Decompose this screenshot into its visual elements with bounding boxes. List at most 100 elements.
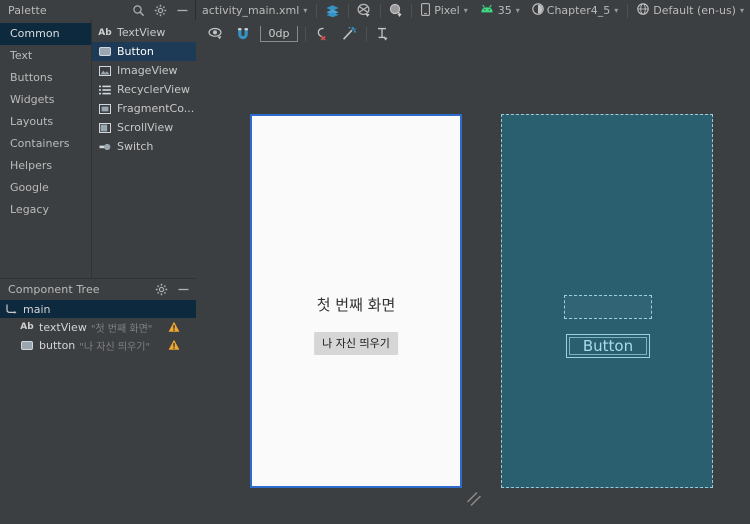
palette-header: Palette: [0, 0, 195, 20]
chevron-down-icon: ▾: [303, 6, 308, 15]
tree-node-label: button: [39, 338, 76, 352]
blueprint-textview[interactable]: [564, 295, 652, 319]
palette-widget-list: Ab TextView Button ImageView RecyclerVie…: [92, 20, 196, 278]
infer-constraints-icon[interactable]: [336, 23, 360, 45]
palette-item-label: Button: [117, 45, 154, 58]
tree-node-label: textView: [39, 320, 87, 334]
blueprint-button[interactable]: Button: [566, 334, 650, 358]
palette-category-helpers[interactable]: Helpers: [0, 155, 91, 177]
android-icon: [480, 4, 494, 17]
palette-item-textview[interactable]: Ab TextView: [92, 23, 196, 42]
tree-node-main[interactable]: main: [0, 300, 196, 318]
text-view-icon: Ab: [20, 322, 34, 332]
component-tree-body: main Ab textView "첫 번째 화면" button "나 자신 …: [0, 300, 196, 524]
blueprint-toggle-icon[interactable]: [352, 0, 377, 21]
locale-selector[interactable]: Default (en-us) ▾: [631, 0, 750, 21]
palette-item-imageview[interactable]: ImageView: [92, 61, 196, 80]
palette-category-common[interactable]: Common: [0, 23, 91, 45]
chevron-down-icon: ▾: [515, 6, 520, 15]
palette-title: Palette: [8, 3, 47, 17]
chevron-down-icon: ▾: [463, 6, 468, 15]
view-options-icon[interactable]: [204, 23, 228, 45]
palette-category-google[interactable]: Google: [0, 177, 91, 199]
button-icon: [20, 339, 34, 351]
guidelines-icon[interactable]: [370, 23, 394, 45]
chevron-down-icon: ▾: [614, 6, 619, 15]
palette-item-switch[interactable]: Switch: [92, 137, 196, 156]
api-level-selector[interactable]: 35 ▾: [474, 0, 526, 21]
palette-category-legacy[interactable]: Legacy: [0, 199, 91, 221]
palette-category-text[interactable]: Text: [0, 45, 91, 67]
toolbar-divider: [305, 27, 306, 41]
warning-icon[interactable]: [168, 321, 180, 333]
left-panel: Palette Common Text Buttons Widgets Layo…: [0, 0, 196, 524]
palette-category-widgets[interactable]: Widgets: [0, 89, 91, 111]
clear-constraints-icon[interactable]: [309, 23, 333, 45]
device-label: Pixel: [434, 4, 460, 17]
palette-item-label: ScrollView: [117, 121, 174, 134]
preview-textview[interactable]: 첫 번째 화면: [252, 294, 460, 315]
gear-icon[interactable]: [155, 283, 168, 296]
tree-node-button[interactable]: button "나 자신 띄우기": [0, 336, 196, 354]
button-icon: [98, 46, 112, 58]
device-preview[interactable]: 첫 번째 화면 나 자신 띄우기: [250, 114, 462, 488]
palette-item-button[interactable]: Button: [92, 42, 196, 61]
design-surface[interactable]: 첫 번째 화면 나 자신 띄우기 Button: [196, 47, 750, 524]
globe-icon: [637, 3, 650, 18]
palette-category-layouts[interactable]: Layouts: [0, 111, 91, 133]
constraint-toolbar: 0dp: [196, 21, 750, 47]
minimize-icon[interactable]: [176, 4, 189, 17]
minimize-icon[interactable]: [177, 283, 190, 296]
switch-icon: [98, 141, 112, 153]
blueprint-preview[interactable]: Button: [501, 114, 713, 488]
warning-icon[interactable]: [168, 339, 180, 351]
tree-node-label: main: [23, 302, 51, 316]
palette-category-list: Common Text Buttons Widgets Layouts Cont…: [0, 20, 92, 278]
blueprint-button-label: Button: [582, 336, 634, 355]
android-studio-layout-editor: Palette Common Text Buttons Widgets Layo…: [0, 0, 750, 524]
palette-item-label: FragmentCo...: [117, 102, 195, 115]
tree-node-attr: "첫 번째 화면": [90, 323, 153, 335]
device-icon: [421, 2, 431, 19]
fragment-container-icon: [98, 103, 112, 115]
preview-button[interactable]: 나 자신 띄우기: [314, 332, 398, 355]
palette-item-fragmentcontainerview[interactable]: FragmentCo...: [92, 99, 196, 118]
palette-item-label: RecyclerView: [117, 83, 190, 96]
palette-body: Common Text Buttons Widgets Layouts Cont…: [0, 20, 196, 278]
tree-node-textview[interactable]: Ab textView "첫 번째 화면": [0, 318, 196, 336]
tree-node-attr: "나 자신 띄우기": [79, 341, 151, 353]
palette-category-containers[interactable]: Containers: [0, 133, 91, 155]
toolbar-divider: [379, 3, 381, 18]
toolbar-divider: [347, 3, 349, 18]
palette-header-icons: [132, 0, 189, 20]
file-name-label: activity_main.xml: [202, 4, 300, 17]
autoconnect-magnet-icon[interactable]: [231, 23, 255, 45]
design-surface-icon[interactable]: [320, 0, 345, 21]
search-icon[interactable]: [132, 4, 145, 17]
palette-item-label: ImageView: [117, 64, 178, 77]
chevron-down-icon: ▾: [739, 6, 744, 15]
component-tree-header: Component Tree: [0, 278, 196, 300]
device-selector[interactable]: Pixel ▾: [415, 0, 473, 21]
gear-icon[interactable]: [154, 4, 167, 17]
component-tree-title: Component Tree: [8, 283, 100, 296]
theme-selector[interactable]: Chapter4_5 ▾: [526, 0, 625, 21]
theme-label: Chapter4_5: [546, 4, 611, 17]
file-selector[interactable]: activity_main.xml ▾: [196, 0, 313, 21]
canvas-resize-handle[interactable]: [466, 491, 482, 507]
component-tree-header-icons: [155, 279, 190, 299]
theme-icon: [532, 3, 544, 18]
recycler-view-icon: [98, 84, 112, 96]
constraint-layout-icon: [4, 303, 18, 315]
default-margin-value[interactable]: 0dp: [260, 26, 298, 42]
api-level-label: 35: [497, 4, 512, 17]
palette-item-label: TextView: [117, 26, 166, 39]
palette-item-scrollview[interactable]: ScrollView: [92, 118, 196, 137]
toolbar-divider: [366, 27, 367, 41]
palette-item-recyclerview[interactable]: RecyclerView: [92, 80, 196, 99]
palette-item-label: Switch: [117, 140, 154, 153]
palette-category-buttons[interactable]: Buttons: [0, 67, 91, 89]
text-view-icon: Ab: [98, 27, 112, 38]
toolbar-divider: [627, 3, 629, 18]
zoom-controls-icon[interactable]: [384, 0, 409, 21]
